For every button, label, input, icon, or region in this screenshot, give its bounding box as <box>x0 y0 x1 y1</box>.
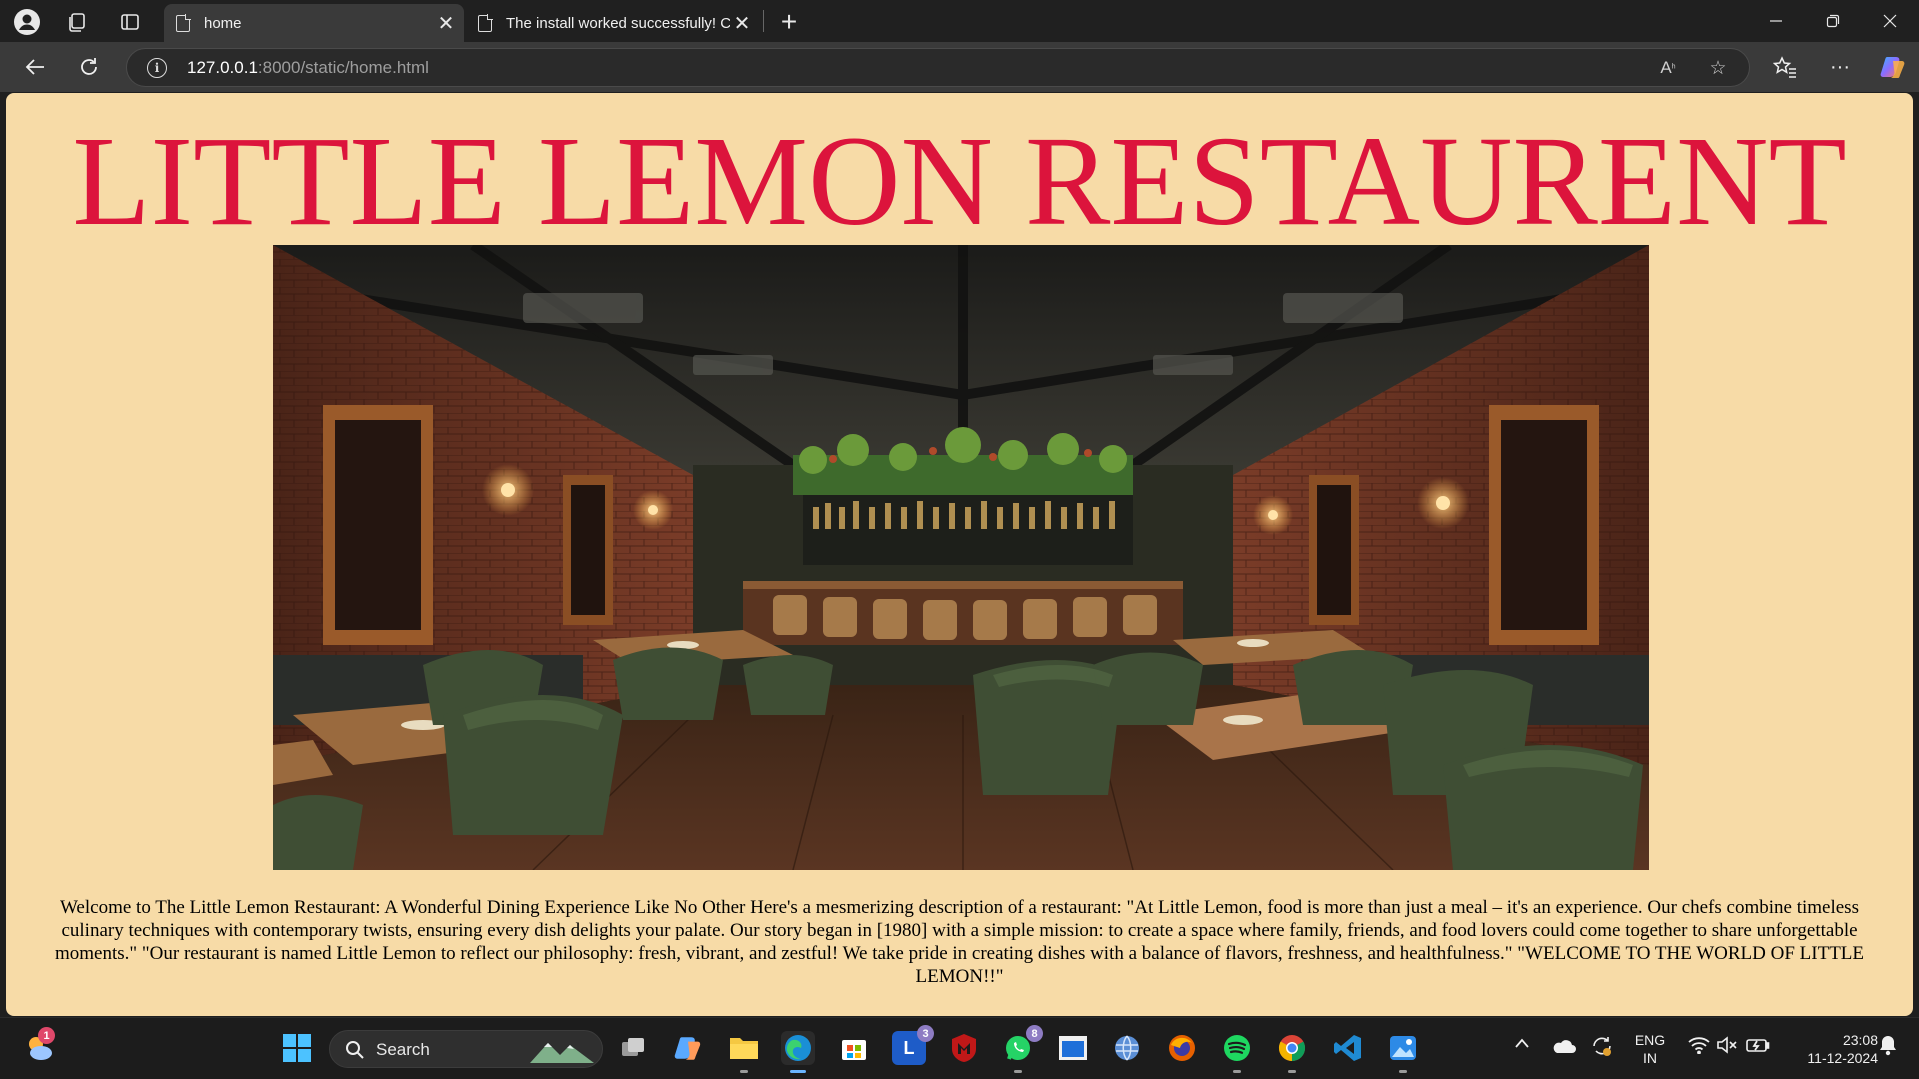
welcome-paragraph: Welcome to The Little Lemon Restaurant: … <box>54 897 1865 987</box>
start-button[interactable] <box>280 1031 314 1065</box>
tab-title: home <box>204 14 242 32</box>
onedrive-icon[interactable] <box>1552 1038 1576 1059</box>
region-code: IN <box>1643 1050 1657 1066</box>
read-aloud-icon[interactable]: Aʰ <box>1657 57 1679 79</box>
volume-muted-icon[interactable] <box>1716 1036 1738 1059</box>
browser-titlebar: home ✕ The install worked successfully! … <box>0 0 1919 42</box>
collections-icon[interactable] <box>63 8 91 36</box>
search-icon <box>344 1039 366 1061</box>
close-window-button[interactable] <box>1862 0 1918 42</box>
clock[interactable]: 23:08 11-12-2024 <box>1782 1031 1878 1067</box>
windows-taskbar: 1 Search L 3 8 ENG IN 23:08 11-12-2024 <box>0 1017 1919 1079</box>
tab-home[interactable]: home ✕ <box>164 4 464 42</box>
window-app-icon[interactable] <box>1056 1031 1090 1065</box>
wifi-icon[interactable] <box>1688 1036 1710 1059</box>
tab-django-install[interactable]: The install worked successfully! Co ✕ <box>466 4 760 42</box>
running-indicator <box>1399 1070 1407 1073</box>
chrome-icon[interactable] <box>1275 1031 1309 1073</box>
whatsapp-icon[interactable]: 8 <box>1001 1025 1043 1073</box>
notification-badge: 8 <box>1026 1025 1043 1042</box>
url-host: 127.0.0.1 <box>187 58 258 77</box>
notification-bell-icon[interactable] <box>1878 1034 1898 1061</box>
sync-icon[interactable] <box>1590 1034 1614 1063</box>
restore-button[interactable] <box>1805 0 1861 42</box>
search-label: Search <box>376 1040 430 1059</box>
weather-icon[interactable]: 1 <box>22 1027 56 1065</box>
running-indicator <box>1288 1070 1296 1073</box>
close-tab-icon[interactable]: ✕ <box>434 11 458 35</box>
tab-title: The install worked successfully! Co <box>506 14 730 32</box>
url-text[interactable]: 127.0.0.1:8000/static/home.html <box>187 58 429 78</box>
restaurant-image <box>273 245 1649 870</box>
site-info-icon[interactable]: i <box>147 58 167 78</box>
date-text: 11-12-2024 <box>1807 1050 1878 1066</box>
photos-icon[interactable] <box>1386 1031 1420 1073</box>
globe-app-icon[interactable] <box>1110 1031 1144 1065</box>
task-view-icon[interactable] <box>617 1031 651 1065</box>
favorite-icon[interactable]: ☆ <box>1707 57 1729 79</box>
back-button[interactable] <box>18 51 52 83</box>
more-icon[interactable]: ··· <box>1823 51 1857 83</box>
edge-icon[interactable] <box>781 1031 815 1073</box>
firefox-icon[interactable] <box>1165 1031 1199 1065</box>
address-bar[interactable]: i 127.0.0.1:8000/static/home.html Aʰ ☆ <box>126 48 1750 87</box>
store-icon[interactable] <box>837 1031 871 1065</box>
show-hidden-icons-button[interactable] <box>1514 1036 1530 1054</box>
page-heading: LITTLE LEMON RESTAURENT <box>72 110 1847 252</box>
mcafee-icon[interactable] <box>947 1031 981 1065</box>
file-explorer-icon[interactable] <box>727 1031 761 1073</box>
copilot-taskbar-icon[interactable] <box>671 1031 705 1065</box>
url-path: :8000/static/home.html <box>257 58 429 77</box>
browser-toolbar: i 127.0.0.1:8000/static/home.html Aʰ ☆ ·… <box>0 42 1919 92</box>
mountain-icon <box>530 1043 594 1063</box>
running-indicator <box>1233 1070 1241 1073</box>
copilot-icon[interactable] <box>1876 51 1910 83</box>
page-viewport: LITTLE LEMON RESTAURENT Welcome to The L… <box>6 93 1913 1016</box>
page-icon <box>478 13 493 32</box>
notification-badge: 3 <box>917 1025 934 1042</box>
favorites-bar-icon[interactable] <box>1768 51 1802 83</box>
tab-separator <box>763 10 764 32</box>
battery-icon[interactable] <box>1746 1036 1770 1059</box>
running-indicator <box>740 1070 748 1073</box>
page-icon <box>176 13 191 32</box>
vscode-icon[interactable] <box>1331 1031 1365 1065</box>
running-indicator <box>1014 1070 1022 1073</box>
weather-badge: 1 <box>38 1027 55 1044</box>
language-code: ENG <box>1634 1032 1666 1048</box>
taskbar-search[interactable]: Search <box>329 1030 603 1068</box>
new-tab-button[interactable]: + <box>775 6 803 37</box>
time-text: 23:08 <box>1842 1032 1878 1048</box>
spotify-icon[interactable] <box>1220 1031 1254 1073</box>
running-indicator <box>790 1070 806 1073</box>
close-tab-icon[interactable]: ✕ <box>730 11 754 35</box>
tab-actions-icon[interactable] <box>116 8 144 36</box>
l-app-icon[interactable]: L 3 <box>892 1025 934 1065</box>
minimize-button[interactable] <box>1748 0 1804 42</box>
refresh-button[interactable] <box>72 51 106 83</box>
language-indicator[interactable]: ENG IN <box>1630 1031 1670 1067</box>
profile-icon[interactable] <box>13 8 41 36</box>
